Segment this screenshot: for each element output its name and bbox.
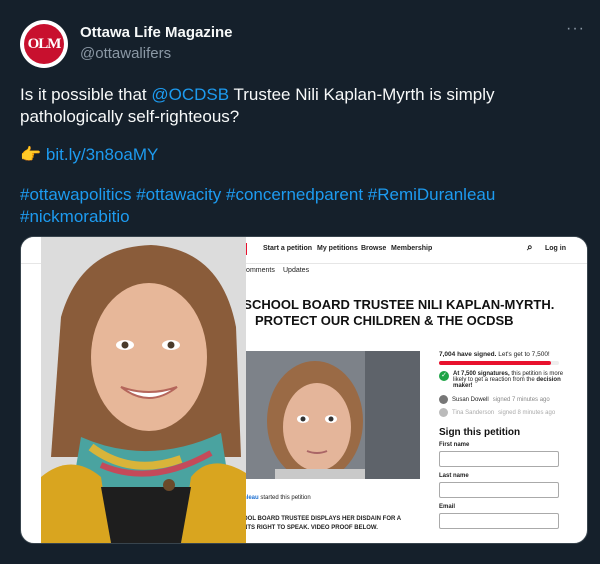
olm-logo: OLM [24, 24, 64, 64]
email-field [439, 513, 559, 529]
field-label: First name [439, 442, 470, 448]
sign-heading: Sign this petition [439, 427, 521, 438]
nav-browse: Browse [361, 245, 387, 252]
hashtags: #ottawapolitics #ottawacity #concernedpa… [20, 184, 580, 228]
woman-portrait-image [245, 351, 420, 479]
signature-panel: 7,004 have signed. Let's get to 7,500! ✓… [439, 351, 574, 529]
signer-time: signed 7 minutes ago [492, 396, 550, 403]
field-label: Email [439, 504, 456, 510]
pointing-hand-icon: 👉 [20, 145, 42, 164]
mention-link[interactable]: @OCDSB [151, 85, 229, 104]
tab-comments: Comments [241, 267, 275, 274]
tweet-text-part: Trustee Nili Kaplan-Myrth is simply [229, 85, 495, 104]
field-label: Last name [439, 473, 469, 479]
check-icon: ✓ [439, 371, 449, 381]
signature-progress-bar [439, 361, 559, 365]
more-options-icon[interactable]: ··· [566, 20, 585, 38]
petition-photo [245, 351, 420, 479]
author-name[interactable]: Ottawa Life Magazine [80, 24, 233, 41]
signer-time: signed 8 minutes ago [498, 409, 556, 416]
avatar[interactable]: OLM [20, 20, 68, 68]
first-name-field [439, 451, 559, 467]
tweet-text-part: pathologically self-righteous? [20, 107, 240, 126]
nav-login: Log in [545, 245, 566, 252]
signer-avatar-icon [439, 408, 448, 417]
body-line: NTS RIGHT TO SPEAK. VIDEO PROOF BELOW. [243, 525, 378, 531]
smiling-woman-image [41, 237, 246, 543]
signed-goal: Let's get to 7,500! [498, 351, 550, 358]
petition-body: OOL BOARD TRUSTEE DISPLAYS HER DISDAIN F… [243, 515, 401, 533]
signature-progress-fill [439, 361, 552, 365]
signer-avatar-icon [439, 395, 448, 404]
short-link[interactable]: bit.ly/3n8oaMY [46, 145, 158, 164]
petition-headline: E SCHOOL BOARD TRUSTEE NILI KAPLAN-MYRTH… [231, 297, 561, 329]
starter-text: started this petition [260, 495, 311, 501]
hashtag-link[interactable]: #nickmorabitio [20, 207, 130, 226]
headline-line: PROTECT OUR CHILDREN & THE OCDSB [255, 313, 514, 328]
tweet-text-part: Is it possible that [20, 85, 152, 104]
hashtag-link[interactable]: #ottawapolitics #ottawacity #concernedpa… [20, 185, 495, 204]
author-handle[interactable]: @ottawalifers [80, 45, 171, 62]
last-name-field [439, 482, 559, 498]
starter-line: nleau started this petition [243, 495, 311, 501]
nav-membership: Membership [391, 245, 433, 252]
tab-updates: Updates [283, 267, 310, 274]
signer-name: Tina Sanderson [452, 409, 495, 416]
nav-my-petitions: My petitions [317, 245, 358, 252]
link-line: 👉 bit.ly/3n8oaMY [20, 144, 580, 166]
nav-start-petition: Start a petition [263, 245, 313, 252]
trustee-photo [41, 237, 246, 543]
tweet: OLM Ottawa Life Magazine @ottawalifers ·… [0, 0, 600, 564]
tweet-media[interactable]: Start a petition My petitions Browse Mem… [20, 236, 588, 544]
headline-line: E SCHOOL BOARD TRUSTEE NILI KAPLAN-MYRTH… [231, 297, 555, 312]
signer-name: Susan Dowell [452, 396, 489, 403]
signed-count: 7,004 have signed. [439, 351, 497, 358]
body-line: OOL BOARD TRUSTEE DISPLAYS HER DISDAIN F… [243, 516, 402, 522]
tweet-text: Is it possible that @OCDSB Trustee Nili … [20, 84, 580, 128]
search-icon: ⌕ [527, 242, 533, 253]
